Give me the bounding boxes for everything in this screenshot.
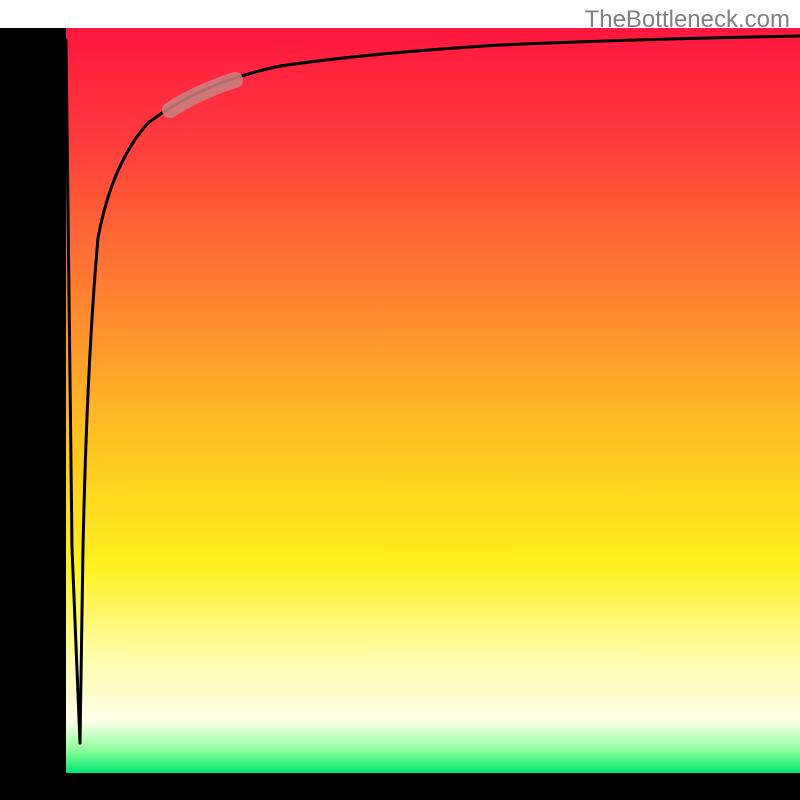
plot-background: [33, 28, 800, 773]
chart-frame: [0, 28, 800, 800]
left-edge-fill: [0, 28, 33, 800]
y-axis-bar: [33, 28, 66, 773]
chart-svg: [0, 28, 800, 800]
bottom-edge-fill: [0, 773, 800, 800]
